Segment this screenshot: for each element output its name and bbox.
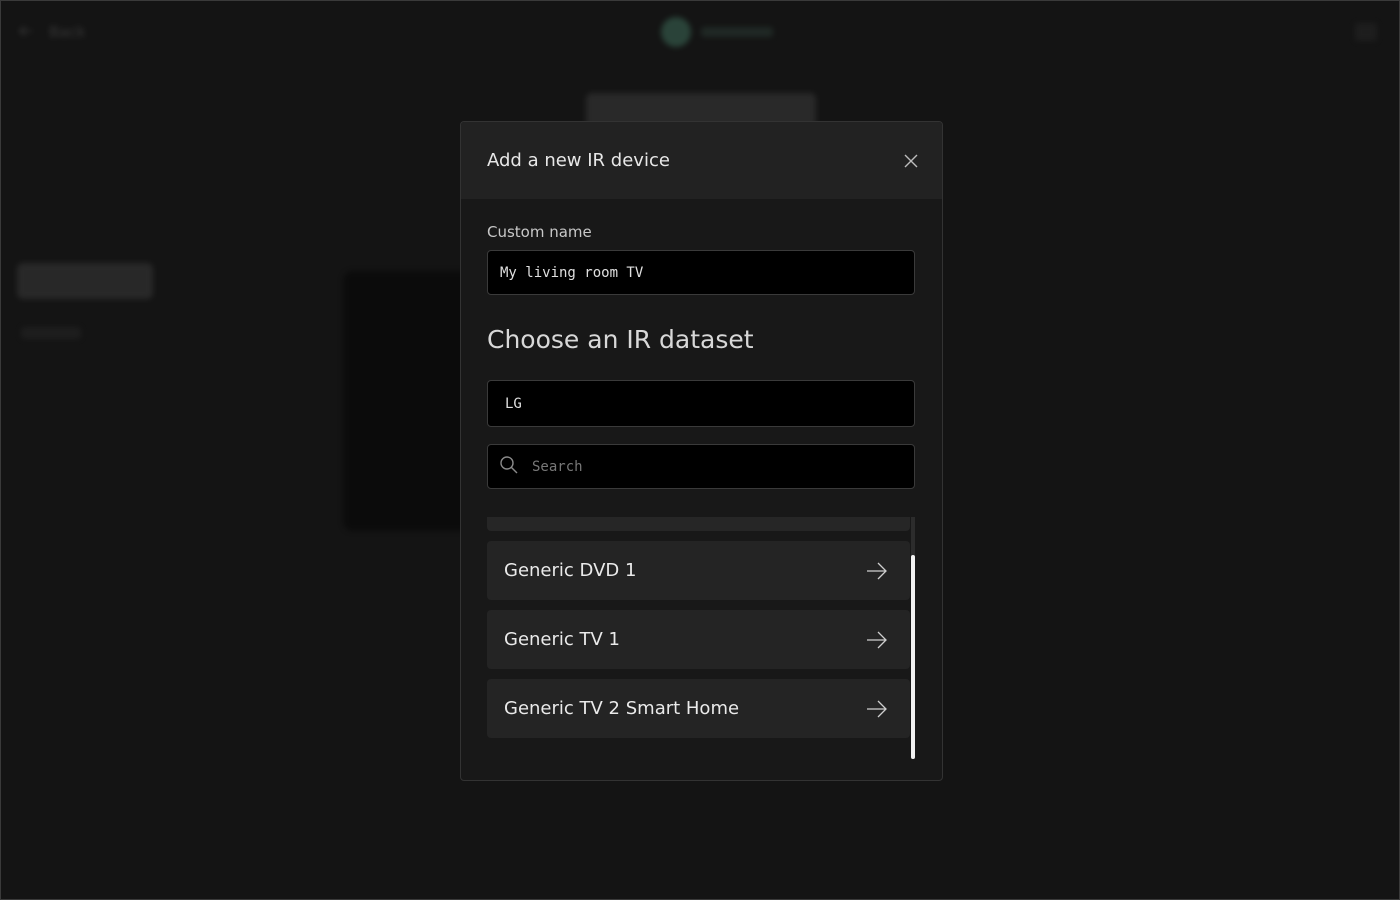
logo-wordmark — [701, 27, 773, 37]
app-logo — [661, 17, 773, 47]
brand-select[interactable]: LG — [487, 380, 915, 427]
list-item-generic-tv-2-smart-home[interactable]: Generic TV 2 Smart Home — [487, 679, 910, 738]
background-section-subtitle — [21, 327, 81, 339]
custom-name-input[interactable] — [487, 250, 915, 295]
background-section-title — [17, 263, 153, 299]
back-arrow-icon — [18, 23, 33, 41]
list-item-generic-tv-1[interactable]: Generic TV 1 — [487, 610, 910, 669]
back-label: Back — [49, 23, 86, 41]
close-icon — [904, 154, 918, 167]
list-item-partial[interactable] — [487, 517, 910, 531]
brand-select-value: LG — [505, 395, 522, 412]
search-input[interactable] — [487, 444, 915, 489]
page: Back Add a new IR device Custom name Cho… — [0, 0, 1400, 900]
custom-name-label: Custom name — [487, 223, 592, 241]
logo-icon — [661, 17, 691, 47]
arrow-right-icon — [867, 700, 887, 717]
search-icon — [499, 455, 519, 479]
modal-title: Add a new IR device — [487, 150, 670, 171]
arrow-right-icon — [867, 631, 887, 648]
search-field — [487, 444, 915, 489]
dataset-section-title: Choose an IR dataset — [487, 325, 754, 354]
list-item-generic-dvd-1[interactable]: Generic DVD 1 — [487, 541, 910, 600]
add-ir-device-modal: Add a new IR device Custom name Choose a… — [460, 121, 943, 781]
close-button[interactable] — [900, 150, 922, 172]
modal-body: Custom name Choose an IR dataset LG — [461, 199, 942, 759]
modal-header: Add a new IR device — [461, 122, 942, 199]
list-item-label: Generic TV 1 — [504, 629, 621, 650]
arrow-right-icon — [867, 562, 887, 579]
list-item-label: Generic TV 2 Smart Home — [504, 698, 740, 719]
menu-icon — [1355, 23, 1377, 41]
back-link: Back — [18, 23, 86, 41]
scrollbar-thumb[interactable] — [911, 555, 915, 759]
dataset-list[interactable]: Generic DVD 1 Generic TV 1 Generic TV 2 … — [487, 517, 915, 759]
list-item-label: Generic DVD 1 — [504, 560, 637, 581]
